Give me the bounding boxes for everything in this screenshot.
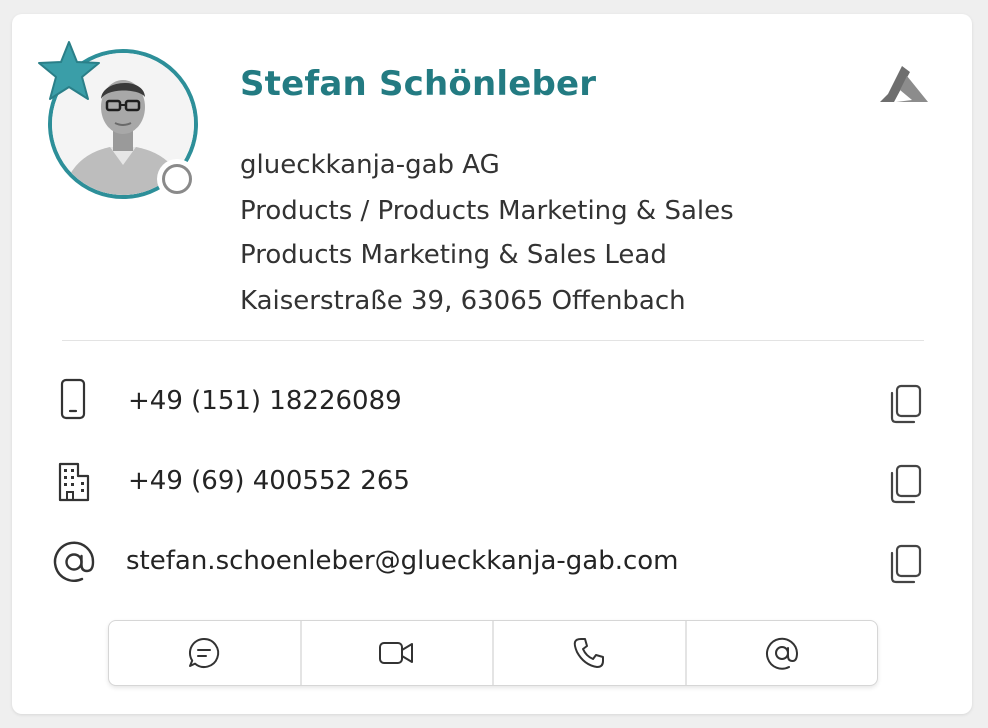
azure-logo-icon xyxy=(880,66,928,102)
email-button[interactable] xyxy=(687,621,878,685)
mobile-phone-icon xyxy=(60,378,86,420)
presence-status-offline-icon xyxy=(157,159,197,199)
chat-icon xyxy=(189,637,220,668)
office-phone-number[interactable]: +49 (69) 400552 265 xyxy=(128,466,410,496)
job-title: Products Marketing & Sales Lead xyxy=(240,240,667,270)
divider xyxy=(62,340,924,341)
favorite-star-icon[interactable] xyxy=(36,39,102,103)
company-name: glueckkanja-gab AG xyxy=(240,150,500,180)
at-sign-icon xyxy=(53,541,95,582)
action-bar xyxy=(108,620,878,686)
chat-button[interactable] xyxy=(109,621,302,685)
department: Products / Products Marketing & Sales xyxy=(240,196,734,226)
copy-icon[interactable] xyxy=(888,544,922,584)
phone-call-icon xyxy=(574,638,605,668)
address: Kaiserstraße 39, 63065 Offenbach xyxy=(240,286,686,316)
phone-call-button[interactable] xyxy=(494,621,687,685)
video-call-icon xyxy=(378,642,413,664)
building-icon xyxy=(58,462,90,502)
copy-icon[interactable] xyxy=(888,464,922,504)
email-icon xyxy=(765,637,798,670)
video-call-button[interactable] xyxy=(302,621,494,685)
mobile-phone-number[interactable]: +49 (151) 18226089 xyxy=(128,386,402,416)
contact-name: Stefan Schönleber xyxy=(240,64,597,104)
copy-icon[interactable] xyxy=(888,384,922,424)
email-address[interactable]: stefan.schoenleber@glueckkanja-gab.com xyxy=(126,546,679,576)
